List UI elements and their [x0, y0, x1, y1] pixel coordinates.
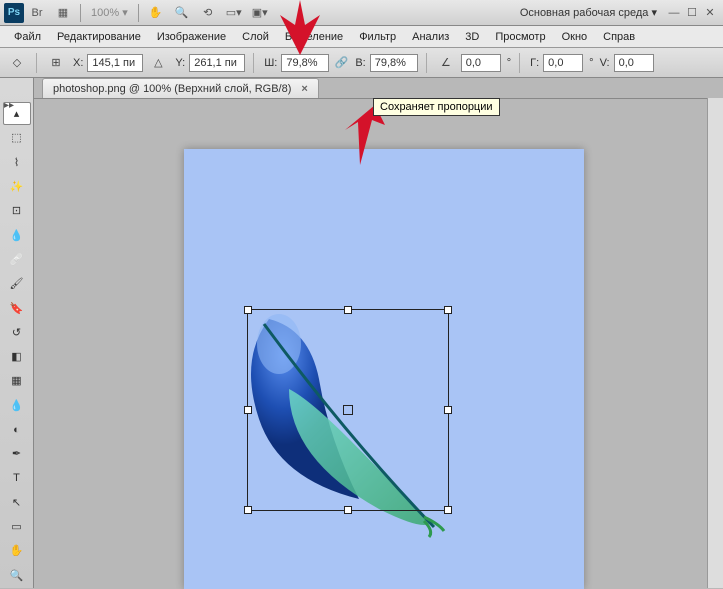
handle-bottom-left[interactable] — [244, 506, 252, 514]
menu-help[interactable]: Справ — [595, 28, 643, 46]
handle-bottom-right[interactable] — [444, 506, 452, 514]
menu-view[interactable]: Просмотр — [487, 28, 553, 46]
eyedropper-tool[interactable]: 💧 — [3, 223, 31, 246]
separator — [519, 53, 520, 73]
history-brush-tool[interactable]: ↺ — [3, 321, 31, 344]
stamp-tool[interactable]: 🔖 — [3, 296, 31, 319]
y-input[interactable] — [189, 54, 245, 72]
x-label: X: — [73, 57, 83, 69]
transform-icon[interactable]: ◇ — [6, 52, 28, 74]
handle-top-mid[interactable] — [344, 306, 352, 314]
x-input[interactable] — [87, 54, 143, 72]
menu-analysis[interactable]: Анализ — [404, 28, 457, 46]
app-logo: Ps — [4, 3, 24, 23]
separator — [253, 53, 254, 73]
blur-tool[interactable]: 💧 — [3, 394, 31, 417]
close-button[interactable]: ✕ — [702, 6, 718, 20]
type-tool[interactable]: T — [3, 466, 31, 489]
menu-filter[interactable]: Фильтр — [351, 28, 404, 46]
collapse-arrow-icon[interactable]: ▸▸ — [4, 100, 14, 111]
menu-image[interactable]: Изображение — [149, 28, 234, 46]
options-bar: ◇ ⊞ X: △ Y: Ш: 🔗 В: ∠ ° Г: ° V: — [0, 48, 723, 78]
zoom-level[interactable]: 100% ▾ — [91, 6, 128, 19]
height-label: В: — [355, 57, 365, 69]
dodge-tool[interactable]: ◐ — [3, 418, 31, 441]
hand-tool[interactable]: ✋ — [3, 539, 31, 562]
y-label: Y: — [175, 57, 185, 69]
deg-label2: ° — [589, 57, 593, 69]
tools-panel: ▴ ⬚ ⌇ ✨ ⊡ 💧 🩹 🖌 🔖 ↺ ◧ ▦ 💧 ◐ ✒ T ↖ ▭ ✋ 🔍 — [0, 78, 34, 588]
handle-mid-left[interactable] — [244, 406, 252, 414]
skew-h-label: Г: — [530, 57, 539, 69]
transform-center[interactable] — [343, 405, 353, 415]
hand-icon[interactable]: ✋ — [145, 3, 167, 23]
menu-edit[interactable]: Редактирование — [49, 28, 149, 46]
reference-point-icon[interactable]: ⊞ — [45, 52, 67, 74]
wand-tool[interactable]: ✨ — [3, 175, 31, 198]
minimize-button[interactable]: — — [666, 6, 682, 20]
deg-label: ° — [507, 57, 511, 69]
menu-3d[interactable]: 3D — [457, 28, 487, 46]
angle-input[interactable] — [461, 54, 501, 72]
menu-window[interactable]: Окно — [554, 28, 596, 46]
pen-tool[interactable]: ✒ — [3, 442, 31, 465]
tooltip: Сохраняет пропорции — [373, 98, 500, 116]
menu-file[interactable]: Файл — [6, 28, 49, 46]
path-tool[interactable]: ↖ — [3, 491, 31, 514]
minibridge-icon[interactable]: ▦ — [52, 3, 74, 23]
angle-icon: ∠ — [435, 52, 457, 74]
transform-bounding-box[interactable] — [247, 309, 449, 511]
shape-tool[interactable]: ▭ — [3, 515, 31, 538]
maximize-button[interactable]: ☐ — [684, 6, 700, 20]
crop-tool[interactable]: ⊡ — [3, 199, 31, 222]
arrange-icon[interactable]: ▭▾ — [223, 3, 245, 23]
zoom-tool[interactable]: 🔍 — [3, 564, 31, 587]
zoom-icon[interactable]: 🔍 — [171, 3, 193, 23]
close-tab-icon[interactable]: × — [301, 83, 307, 95]
separator — [36, 53, 37, 73]
link-icon[interactable]: 🔗 — [333, 55, 349, 71]
skew-h-input[interactable] — [543, 54, 583, 72]
lasso-tool[interactable]: ⌇ — [3, 151, 31, 174]
handle-mid-right[interactable] — [444, 406, 452, 414]
handle-top-left[interactable] — [244, 306, 252, 314]
menu-bar: Файл Редактирование Изображение Слой Выд… — [0, 26, 723, 48]
delta-icon[interactable]: △ — [147, 52, 169, 74]
rotate-icon[interactable]: ⟲ — [197, 3, 219, 23]
document-tab[interactable]: photoshop.png @ 100% (Верхний слой, RGB/… — [42, 78, 319, 98]
eraser-tool[interactable]: ◧ — [3, 345, 31, 368]
annotation-arrow-1 — [270, 0, 330, 60]
brush-tool[interactable]: 🖌 — [3, 272, 31, 295]
bridge-icon[interactable]: Br — [26, 3, 48, 23]
workspace-switcher[interactable]: Основная рабочая среда ▾ — [520, 6, 657, 19]
vertical-scrollbar[interactable] — [707, 98, 723, 588]
handle-bottom-mid[interactable] — [344, 506, 352, 514]
skew-v-label: V: — [600, 57, 610, 69]
skew-v-input[interactable] — [614, 54, 654, 72]
separator — [426, 53, 427, 73]
screen-mode-icon[interactable]: ▣▾ — [249, 3, 271, 23]
separator — [80, 4, 81, 22]
canvas-viewport[interactable] — [34, 98, 707, 588]
marquee-tool[interactable]: ⬚ — [3, 126, 31, 149]
healing-tool[interactable]: 🩹 — [3, 248, 31, 271]
handle-top-right[interactable] — [444, 306, 452, 314]
canvas[interactable] — [184, 149, 584, 589]
separator — [138, 4, 139, 22]
height-input[interactable] — [370, 54, 418, 72]
title-bar: Ps Br ▦ 100% ▾ ✋ 🔍 ⟲ ▭▾ ▣▾ Основная рабо… — [0, 0, 723, 26]
document-title: photoshop.png @ 100% (Верхний слой, RGB/… — [53, 83, 291, 95]
gradient-tool[interactable]: ▦ — [3, 369, 31, 392]
